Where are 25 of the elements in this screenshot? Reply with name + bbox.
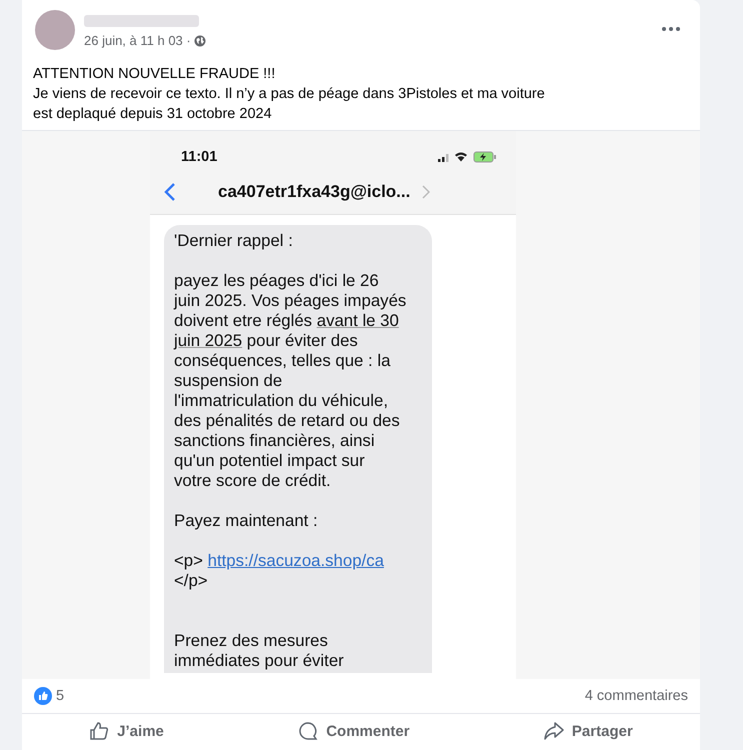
status-time: 11:01 bbox=[181, 149, 218, 165]
like-badge-icon bbox=[34, 687, 52, 705]
post-timestamp[interactable]: 26 juin, à 11 h 03 · bbox=[84, 33, 191, 48]
message-paragraph: Payez maintenant : bbox=[174, 511, 319, 531]
speech-bubble-icon bbox=[298, 721, 318, 741]
message-link[interactable]: https://sacuzoa.shop/ca bbox=[208, 551, 384, 570]
like-button[interactable]: J’aime bbox=[79, 717, 174, 745]
more-options-icon[interactable] bbox=[662, 27, 680, 31]
like-count[interactable]: 5 bbox=[56, 688, 64, 704]
message-paragraph: Prenez des mesures immédiates pour éviter bbox=[174, 630, 345, 671]
contact-address[interactable]: ca407etr1fxa43g@iclo... bbox=[218, 182, 410, 202]
post-text: ATTENTION NOUVELLE FRAUDE !!! Je viens de recevoir ce texto. Il n’y a pas de péage dans 3Pistoles et ma voiture est deplaqué depuis 31 octobre 2024 bbox=[32, 65, 546, 124]
status-icons bbox=[438, 151, 498, 163]
share-button[interactable]: Partager bbox=[534, 717, 643, 745]
chevron-icon bbox=[422, 185, 430, 199]
thumbs-up-icon bbox=[89, 721, 110, 741]
back-icon[interactable] bbox=[164, 182, 176, 202]
comment-button[interactable]: Commenter bbox=[288, 717, 420, 745]
globe-icon bbox=[194, 34, 206, 46]
message-paragraph: 'Dernier rappel : bbox=[174, 231, 294, 251]
message-paragraph: payez les péages d'ici le 26 juin 2025. Vos péages impayés doivent etre réglés avant le 30 juin 2025 pour éviter des conséquences, telles que : la suspension de l'immatriculation du véhicule, des pénalités de retard ou des sanctions financières, ainsi qu'un potentiel impact sur votre score de crédit. bbox=[174, 271, 408, 491]
message-paragraph: <p> https://sacuzoa.shop/ca </p> bbox=[174, 551, 385, 591]
share-arrow-icon bbox=[544, 721, 564, 741]
comment-count[interactable]: 4 commentaires bbox=[584, 688, 688, 704]
avatar[interactable] bbox=[35, 10, 75, 50]
